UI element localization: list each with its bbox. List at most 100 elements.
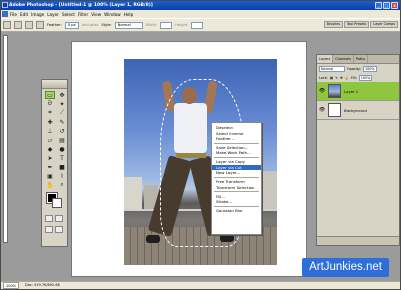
workspace-edge [3,35,8,243]
layers-palette-tabs: Layers Channels Paths [317,55,399,64]
menu-filter[interactable]: Filter [78,12,88,17]
site-watermark: ArtJunkies.net [302,258,389,277]
layer-row-background[interactable]: 👁 Background [317,101,399,120]
document-menu-icon[interactable] [2,11,8,17]
lock-transparency-icon[interactable]: ▦ [330,76,333,80]
path-selection-tool-icon[interactable]: ➤ [45,154,55,162]
menu-bar: File Edit Image Layer Select Filter View… [1,10,400,18]
pen-tool-icon[interactable]: ✒ [45,163,55,171]
menu-window[interactable]: Window [104,12,121,17]
context-menu: Deselect Select Inverse Feather... Save Sel… [211,122,262,235]
lock-all-icon[interactable]: 🔒 [345,76,349,80]
palette-tab-layer-comps[interactable]: Layer Comps [370,21,398,28]
layer-thumbnail [328,103,341,117]
layer-thumbnail [328,84,341,98]
full-screen-menu-icon[interactable] [55,226,63,233]
dodge-tool-icon[interactable]: ● [57,145,67,153]
add-selection-icon[interactable] [25,21,33,29]
menu-separator [214,205,259,207]
fill-label: Fill: [351,75,357,80]
height-label: Height: [175,23,189,27]
standard-mode-icon[interactable] [45,215,53,222]
context-menu-item[interactable]: Gaussian Blur [212,208,261,214]
shape-tool-icon[interactable]: ■ [57,163,67,171]
photoshop-app-icon [2,2,8,8]
zoom-readout[interactable]: 100% [3,282,20,289]
menu-select[interactable]: Select [62,12,75,17]
rectangular-marquee-tool-icon[interactable]: ▭ [45,91,55,99]
visibility-eye-icon[interactable]: 👁 [319,88,325,94]
slice-tool-icon[interactable]: ⟋ [57,109,67,117]
menu-separator [214,142,259,144]
tab-paths[interactable]: Paths [354,55,369,63]
menu-help[interactable]: Help [124,12,134,17]
feather-input[interactable]: 0 px [64,21,79,29]
healing-brush-tool-icon[interactable]: ✚ [45,118,55,126]
eyedropper-tool-icon[interactable]: ⌇ [57,172,67,180]
context-menu-item[interactable]: Stroke... [212,199,261,205]
gradient-tool-icon[interactable]: ▤ [57,136,67,144]
standard-screen-icon[interactable] [45,226,53,233]
menu-separator [214,176,259,178]
context-menu-item[interactable]: Transform Selection [212,185,261,191]
notes-tool-icon[interactable]: ▣ [45,172,55,180]
mask-mode-buttons [42,213,67,224]
clone-stamp-tool-icon[interactable]: ⊥ [45,127,55,135]
background-color-swatch[interactable] [52,198,62,208]
minimize-button[interactable]: _ [375,2,382,9]
width-label: Width: [145,23,158,27]
zoom-tool-icon[interactable]: ⌕ [57,181,67,189]
type-tool-icon[interactable]: T [57,154,67,162]
move-tool-icon[interactable]: ✥ [57,91,67,99]
opacity-input[interactable]: 100% [362,65,377,72]
eraser-tool-icon[interactable]: ▱ [45,136,55,144]
tab-channels[interactable]: Channels [333,55,354,63]
context-menu-item[interactable]: Feather... [212,136,261,142]
palette-well: Brushes Tool Presets Layer Comps [323,21,398,28]
opacity-label: Opacity: [347,66,361,71]
width-input[interactable] [160,21,173,29]
fill-input[interactable]: 100% [358,74,373,81]
height-input[interactable] [191,21,204,29]
history-brush-tool-icon[interactable]: ↺ [57,127,67,135]
menu-layer[interactable]: Layer [47,12,59,17]
magic-wand-tool-icon[interactable]: ✦ [57,100,67,108]
blend-mode-select[interactable]: Normal [319,65,345,72]
close-button[interactable]: x [391,2,398,9]
context-menu-item[interactable]: Make Work Path... [212,150,261,156]
style-select[interactable]: Normal [114,21,143,29]
crop-tool-icon[interactable]: ⌗ [45,109,55,117]
marquee-preset-icon[interactable] [3,21,11,29]
quick-mask-mode-icon[interactable] [55,215,63,222]
toolbox-header[interactable] [42,80,67,89]
palette-tab-brushes[interactable]: Brushes [323,21,343,28]
layer-name: Layer 1 [344,88,359,94]
lock-move-icon[interactable]: ✥ [340,76,343,80]
lasso-tool-icon[interactable]: ᘐ [45,100,55,108]
subtract-selection-icon[interactable] [36,21,44,29]
blur-tool-icon[interactable]: ◆ [45,145,55,153]
color-swatches [45,192,64,211]
menu-file[interactable]: File [10,12,17,17]
lock-brush-icon[interactable]: ✎ [335,76,338,80]
title-bar: Adobe Photoshop - [Untitled-1 @ 100% (La… [1,1,400,10]
layer-name: Background [344,107,367,113]
visibility-eye-icon[interactable]: 👁 [319,107,325,113]
toolbox: ▭ ✥ ᘐ ✦ ⌗ ⟋ ✚ ✎ ⊥ ↺ ▱ ▤ ◆ ● ➤ T ✒ ■ ▣ ⌇ … [41,79,68,247]
antialias-label[interactable]: Anti-alias [82,23,99,27]
feather-label: Feather: [47,23,62,27]
layer-row-layer-1[interactable]: 👁 Layer 1 [317,82,399,101]
blend-opacity-row: Normal Opacity: 100% [317,64,399,73]
new-selection-icon[interactable] [14,21,22,29]
maximize-button[interactable]: □ [383,2,390,9]
menu-separator [214,191,259,193]
context-menu-item[interactable]: New Layer... [212,170,261,176]
menu-image[interactable]: Image [31,12,44,17]
palette-tab-tool-presets[interactable]: Tool Presets [343,21,370,28]
hand-tool-icon[interactable]: ✋ [45,181,55,189]
tab-layers[interactable]: Layers [317,55,334,63]
window-controls: _ □ x [375,2,398,9]
menu-view[interactable]: View [91,12,101,17]
brush-tool-icon[interactable]: ✎ [57,118,67,126]
menu-edit[interactable]: Edit [20,12,28,17]
